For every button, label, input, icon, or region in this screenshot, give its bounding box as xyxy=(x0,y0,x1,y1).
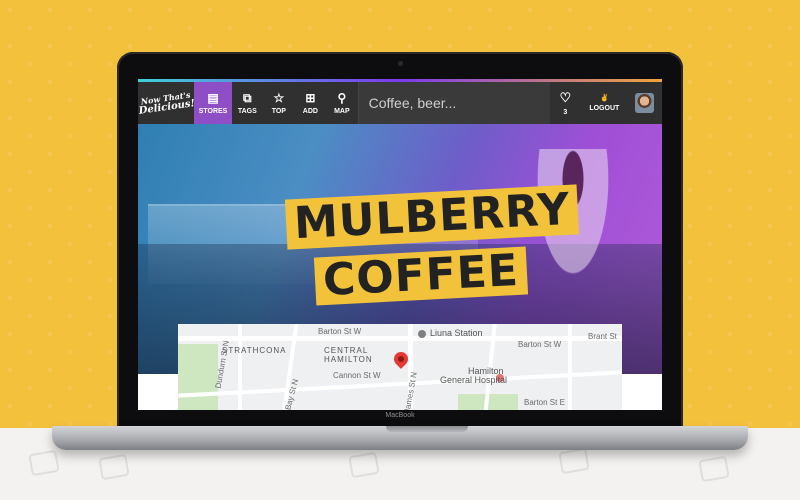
laptop-base xyxy=(52,426,748,450)
map-district-label: STRATHCONA xyxy=(222,346,287,355)
laptop-brand-label: MacBook xyxy=(385,412,415,419)
add-icon: ⊞ xyxy=(305,91,316,105)
avatar[interactable] xyxy=(635,93,655,113)
map-road xyxy=(568,324,572,410)
nav-item-add[interactable]: ⊞ ADD xyxy=(295,82,327,124)
doodle-icon xyxy=(28,449,60,477)
hearts-count: 3 xyxy=(563,109,568,116)
search-input[interactable] xyxy=(357,82,550,124)
map-park xyxy=(178,344,218,410)
doodle-icon xyxy=(98,453,130,481)
nav-item-tags[interactable]: ⧉ TAGS xyxy=(232,82,264,124)
laptop-notch xyxy=(386,426,468,432)
nav-item-label: TOP xyxy=(271,108,286,115)
station-marker-icon xyxy=(418,330,426,338)
nav-bar: Now That's Delicious! ▤ STORES ⧉ TAGS ☆ … xyxy=(138,82,662,124)
store-title-line-2: COFFEE xyxy=(313,245,529,306)
map-label: Cannon St W xyxy=(333,371,381,380)
map-label: Barton St W xyxy=(518,340,562,349)
map-road xyxy=(178,370,622,398)
store-icon: ▤ xyxy=(207,91,219,105)
camera-icon xyxy=(398,61,403,66)
app-screen: Now That's Delicious! ▤ STORES ⧉ TAGS ☆ … xyxy=(138,79,662,410)
map-road xyxy=(238,324,242,410)
doodle-icon xyxy=(348,451,380,479)
nav-item-map[interactable]: ⚲ MAP xyxy=(326,82,358,124)
nav-item-label: TAGS xyxy=(237,108,257,115)
nav-item-label: MAP xyxy=(334,108,350,115)
nav-item-stores[interactable]: ▤ STORES xyxy=(194,82,232,124)
map-label: James St N xyxy=(402,371,419,410)
map-label: Barton St E xyxy=(524,398,565,407)
peace-hand-icon: ✌ xyxy=(599,95,609,102)
store-map[interactable]: Barton St W Liuna Station Barton St W Br… xyxy=(178,324,622,410)
logout-label: LOGOUT xyxy=(589,105,620,112)
hearts-link[interactable]: ♡ 3 xyxy=(550,82,582,124)
map-district-label: CENTRAL xyxy=(324,346,369,355)
map-label: Liuna Station xyxy=(430,328,483,338)
nav-item-label: STORES xyxy=(198,108,228,115)
laptop-lid: Now That's Delicious! ▤ STORES ⧉ TAGS ☆ … xyxy=(117,52,683,432)
logout-button[interactable]: ✌ LOGOUT xyxy=(581,82,627,124)
tag-icon: ⧉ xyxy=(243,91,252,105)
heart-icon: ♡ xyxy=(559,90,572,105)
trophy-icon: ☆ xyxy=(273,91,285,105)
doodle-icon xyxy=(558,447,590,475)
nav-item-top[interactable]: ☆ TOP xyxy=(263,82,295,124)
doodle-icon xyxy=(698,455,730,483)
nav-item-label: ADD xyxy=(302,108,318,115)
map-label: Barton St W xyxy=(318,327,362,336)
map-label: Brant St xyxy=(588,332,617,341)
map-district-label: HAMILTON xyxy=(324,355,373,364)
logo[interactable]: Now That's Delicious! xyxy=(138,79,197,128)
map-pin-icon: ⚲ xyxy=(337,91,347,105)
map-label: General Hospital xyxy=(440,375,508,385)
